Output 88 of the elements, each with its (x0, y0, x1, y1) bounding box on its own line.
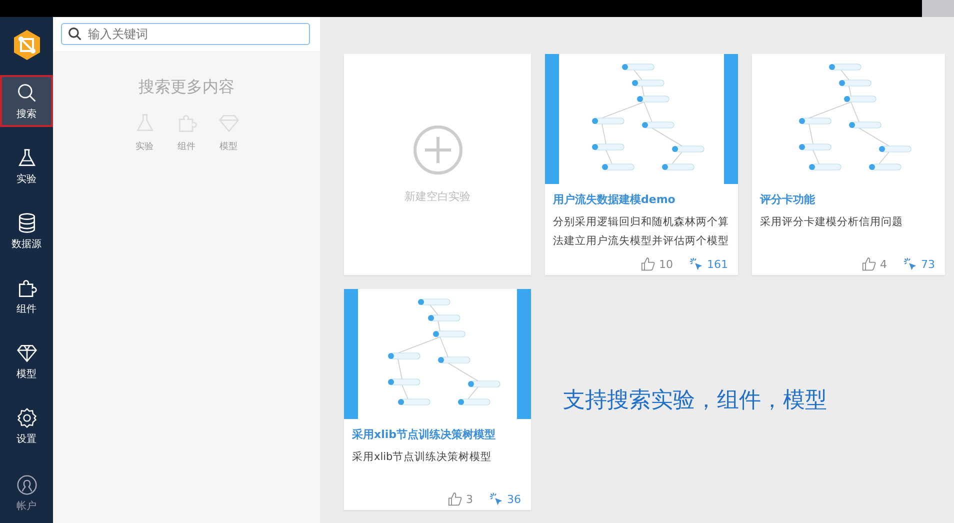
graph-edge (437, 320, 440, 332)
graph-node (636, 96, 669, 102)
graph-node (388, 352, 420, 360)
experiment-card[interactable]: 用户流失数据建模demo 分别采用逻辑回归和随机森林两个算法建立用户流失模型并评估两个模型 10 161 (545, 54, 738, 275)
cursor-click-icon (903, 257, 917, 271)
sidebar-item[interactable]: 数据源 (0, 205, 53, 257)
graph-edge (641, 86, 644, 96)
like-count: 4 (880, 258, 887, 270)
graph-edge (633, 70, 642, 80)
like-count: 10 (659, 258, 673, 270)
graph-node (798, 144, 831, 150)
view-count: 161 (707, 258, 728, 270)
thumbs-up-icon (641, 257, 655, 271)
cursor-click-icon (689, 257, 703, 271)
graph-node (468, 380, 500, 388)
graph-node (398, 398, 430, 406)
graph-edge (397, 358, 402, 380)
graph-edge (812, 150, 819, 164)
settings-icon (16, 406, 38, 428)
graph-edge (651, 128, 682, 146)
graph-node (438, 356, 470, 364)
graph-edge (605, 150, 612, 164)
card-description: 分别采用逻辑回归和随机森林两个算法建立用户流失模型并评估两个模型 (552, 215, 730, 249)
graph-node (642, 122, 674, 128)
graph-node (602, 164, 634, 170)
experiment-card[interactable]: 评分卡功能 采用评分卡建模分析信用问题 4 73 (752, 54, 945, 275)
graph-node (622, 64, 654, 70)
diamond-icon (218, 112, 240, 134)
graph-node (458, 398, 490, 406)
user-icon (16, 474, 38, 496)
category-label: 模型 (220, 140, 238, 153)
graph-edge (401, 384, 408, 400)
graph-node (838, 80, 871, 86)
graph-edge (878, 152, 889, 164)
graph-node (428, 314, 460, 322)
graph-edge (601, 124, 606, 144)
window-corner (922, 0, 954, 17)
sidebar-item[interactable]: 实验 (0, 140, 53, 192)
card-title: 评分卡功能 (758, 192, 816, 207)
account-item[interactable]: 帐户 (0, 467, 53, 519)
graph-node (868, 164, 901, 170)
graph-edge (808, 124, 813, 144)
search-field[interactable]: 输入关键词 (61, 23, 310, 45)
search-icon (16, 82, 38, 104)
graph-node (672, 146, 704, 152)
graph-edge (858, 128, 889, 146)
sidebar-item[interactable]: 模型 (0, 335, 53, 387)
card-title: 用户流失数据建模demo (552, 192, 676, 207)
card-description: 采用xlib节点训练决策树模型 (351, 450, 493, 465)
graph-node (418, 298, 450, 306)
graph-node (662, 164, 694, 170)
graph-node (592, 118, 624, 124)
graph-node (798, 118, 831, 124)
like-count: 3 (466, 492, 473, 506)
graph-node (388, 378, 420, 386)
sidebar-item[interactable]: 搜索 (0, 75, 53, 127)
sidebar-item[interactable]: 组件 (0, 270, 53, 322)
category-label: 实验 (136, 140, 154, 153)
caption-text: 支持搜索实验，组件，模型 (562, 386, 828, 414)
view-count: 73 (921, 258, 935, 270)
thumbs-up-icon (862, 257, 876, 271)
graph-node (592, 144, 624, 150)
graph-node (878, 146, 911, 152)
flask-icon (16, 146, 38, 168)
graph-edge (467, 386, 478, 400)
graph-node (828, 64, 861, 70)
empty-state-heading: 搜索更多内容 (138, 77, 234, 98)
card-title: 采用xlib节点训练决策树模型 (351, 427, 497, 442)
flask-icon (134, 112, 156, 134)
graph-edge (447, 362, 478, 382)
graph-edge (848, 86, 851, 96)
graph-node (632, 80, 664, 86)
graph-edge (429, 304, 438, 316)
experiment-card[interactable]: 采用xlib节点训练决策树模型 采用xlib节点训练决策树模型 3 36 (344, 289, 531, 510)
graph-node (808, 164, 841, 170)
plus-icon (412, 125, 462, 175)
graph-edge (671, 152, 682, 164)
thumbs-up-icon (448, 492, 462, 506)
card-description: 采用评分卡建模分析信用问题 (759, 215, 904, 230)
graph-node (432, 330, 465, 338)
sidebar-item[interactable]: 设置 (0, 400, 53, 452)
cursor-click-icon (489, 492, 503, 506)
search-icon (68, 27, 82, 41)
category-label: 组件 (178, 140, 196, 153)
view-count: 36 (507, 492, 521, 506)
graph-node (844, 96, 876, 102)
graph-node (848, 122, 881, 128)
graph-edge (840, 70, 849, 80)
